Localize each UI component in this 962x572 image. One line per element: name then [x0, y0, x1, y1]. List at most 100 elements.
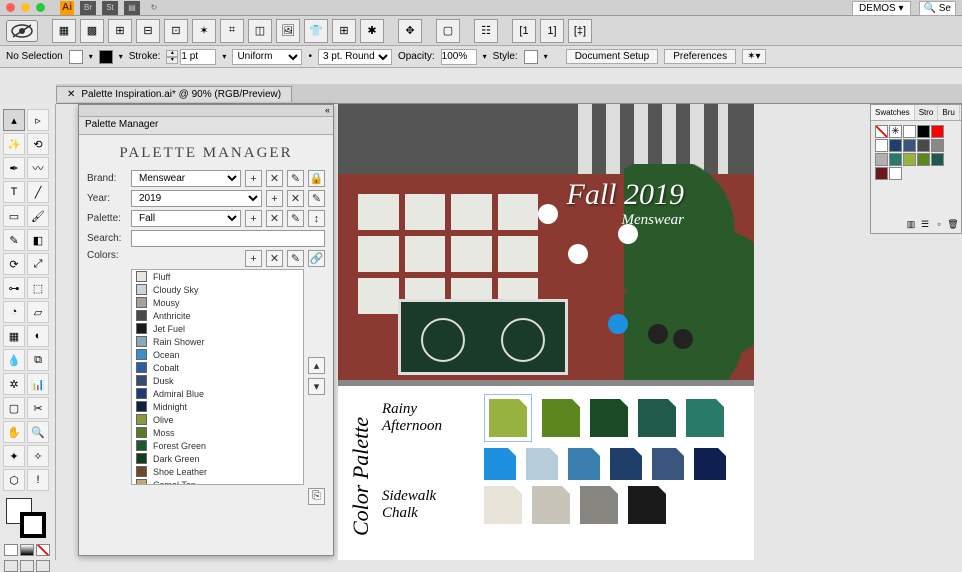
- screen-mode-3-icon[interactable]: [36, 560, 50, 572]
- panel-tab[interactable]: Palette Manager: [79, 117, 333, 135]
- swatch-item[interactable]: [889, 167, 902, 180]
- color-delete-button[interactable]: ✕: [266, 250, 283, 267]
- brand-select[interactable]: Menswear: [131, 170, 241, 187]
- color-list-item[interactable]: Anthricite: [132, 309, 303, 322]
- color-chip[interactable]: [652, 448, 684, 480]
- mesh-tool[interactable]: ▦: [3, 325, 25, 347]
- bracket1-icon[interactable]: [1: [512, 19, 536, 43]
- color-chip[interactable]: [580, 486, 618, 524]
- snap-icon[interactable]: ✶: [192, 19, 216, 43]
- grid2-icon[interactable]: ▩: [80, 19, 104, 43]
- color-chip[interactable]: [484, 486, 522, 524]
- brand-add-button[interactable]: +: [245, 170, 262, 187]
- tshirt-icon[interactable]: 👕: [304, 19, 328, 43]
- rectangle-tool[interactable]: ▭: [3, 205, 25, 227]
- brand-delete-button[interactable]: ✕: [266, 170, 283, 187]
- artboard[interactable]: Fall 2019 Menswear Color Palette Rainy A…: [338, 104, 754, 560]
- color-chip[interactable]: [694, 448, 726, 480]
- color-chip[interactable]: [638, 399, 676, 437]
- misc-tool-3[interactable]: ⬡: [3, 469, 25, 491]
- preferences-button[interactable]: Preferences: [664, 49, 736, 64]
- arrange-icon[interactable]: ▤: [124, 1, 140, 15]
- color-chip[interactable]: [489, 399, 527, 437]
- gradient-mode-icon[interactable]: [20, 544, 34, 556]
- gradient-tool[interactable]: ◐: [27, 325, 49, 347]
- palette-add-button[interactable]: +: [245, 210, 262, 227]
- swatch-item[interactable]: [903, 125, 916, 138]
- swatch-trash-icon[interactable]: 🗑: [947, 219, 959, 231]
- swatch-item[interactable]: [889, 153, 902, 166]
- eyedropper-tool[interactable]: 💧: [3, 349, 25, 371]
- magic-wand-tool[interactable]: ✨: [3, 133, 25, 155]
- shape-builder-tool[interactable]: ◔: [3, 301, 25, 323]
- slice-tool[interactable]: ✂: [27, 397, 49, 419]
- collapse-icon[interactable]: «: [325, 105, 330, 115]
- sync-icon[interactable]: ↻: [146, 1, 162, 15]
- gpu-preview-icon[interactable]: [6, 20, 38, 42]
- align2-icon[interactable]: ⊟: [136, 19, 160, 43]
- brush-select[interactable]: 3 pt. Round: [318, 49, 392, 65]
- bracket2-icon[interactable]: 1]: [540, 19, 564, 43]
- color-list-item[interactable]: Cloudy Sky: [132, 283, 303, 296]
- scale-tool[interactable]: ⤢: [27, 253, 49, 275]
- minimize-icon[interactable]: [21, 3, 30, 12]
- year-add-button[interactable]: +: [266, 190, 283, 207]
- zoom-tool[interactable]: 🔍: [27, 421, 49, 443]
- misc-tool-1[interactable]: ✦: [3, 445, 25, 467]
- eraser-tool[interactable]: ◧: [27, 229, 49, 251]
- panel-drag-bar[interactable]: «: [79, 105, 333, 117]
- color-list-item[interactable]: Olive: [132, 413, 303, 426]
- color-chip[interactable]: [568, 448, 600, 480]
- swatch-item[interactable]: [931, 153, 944, 166]
- misc-tool-2[interactable]: ✧: [27, 445, 49, 467]
- year-select[interactable]: 2019: [131, 190, 262, 207]
- pen-tool[interactable]: ✒: [3, 157, 25, 179]
- document-tab[interactable]: ✕ Palette Inspiration.ai* @ 90% (RGB/Pre…: [56, 86, 292, 102]
- paintbrush-tool[interactable]: 🖌: [27, 205, 49, 227]
- swatch-grid[interactable]: ✳: [871, 121, 961, 184]
- swatch-lib-icon[interactable]: ▥: [905, 219, 917, 231]
- color-list-item[interactable]: Rain Shower: [132, 335, 303, 348]
- misc-tool-4[interactable]: !: [27, 469, 49, 491]
- year-edit-button[interactable]: ✎: [308, 190, 325, 207]
- snap2-icon[interactable]: ⌗: [220, 19, 244, 43]
- screen-mode-2-icon[interactable]: [20, 560, 34, 572]
- artboard-icon[interactable]: ▢: [436, 19, 460, 43]
- bridge-icon[interactable]: Br: [80, 1, 96, 15]
- perspective-tool[interactable]: ▱: [27, 301, 49, 323]
- palette-edit-button[interactable]: ✎: [287, 210, 304, 227]
- color-list-item[interactable]: Dusk: [132, 374, 303, 387]
- document-setup-button[interactable]: Document Setup: [566, 49, 659, 64]
- swatch-item[interactable]: [931, 125, 944, 138]
- image-icon[interactable]: 🖼: [276, 19, 300, 43]
- fill-stroke-control[interactable]: [4, 496, 51, 540]
- color-list-item[interactable]: Admiral Blue: [132, 387, 303, 400]
- none-mode-icon[interactable]: [36, 544, 50, 556]
- none-swatch[interactable]: [875, 125, 888, 138]
- color-list-item[interactable]: Moss: [132, 426, 303, 439]
- color-export-button[interactable]: ⎘: [308, 488, 325, 505]
- color-list-item[interactable]: Jet Fuel: [132, 322, 303, 335]
- registration-swatch[interactable]: ✳: [889, 125, 902, 138]
- style-swatch[interactable]: [524, 50, 538, 64]
- swatch-item[interactable]: [917, 153, 930, 166]
- color-list-item[interactable]: Cobalt: [132, 361, 303, 374]
- curvature-tool[interactable]: 〰: [27, 157, 49, 179]
- swatch-item[interactable]: [903, 139, 916, 152]
- color-mode-icon[interactable]: [4, 544, 18, 556]
- settings-icon[interactable]: ✱: [360, 19, 384, 43]
- color-list-item[interactable]: Fluff: [132, 270, 303, 283]
- stroke-width-stepper[interactable]: ▴▾: [166, 49, 216, 65]
- symbol-spray-tool[interactable]: ✲: [3, 373, 25, 395]
- color-list-item[interactable]: Shoe Leather: [132, 465, 303, 478]
- swatch-item[interactable]: [875, 139, 888, 152]
- screen-mode-1-icon[interactable]: [4, 560, 18, 572]
- swatch-item[interactable]: [875, 153, 888, 166]
- color-chip[interactable]: [590, 399, 628, 437]
- lasso-tool[interactable]: ⟲: [27, 133, 49, 155]
- color-chip[interactable]: [628, 486, 666, 524]
- color-chip[interactable]: [484, 448, 516, 480]
- fill-swatch[interactable]: [69, 50, 83, 64]
- width-tool[interactable]: ⊶: [3, 277, 25, 299]
- year-delete-button[interactable]: ✕: [287, 190, 304, 207]
